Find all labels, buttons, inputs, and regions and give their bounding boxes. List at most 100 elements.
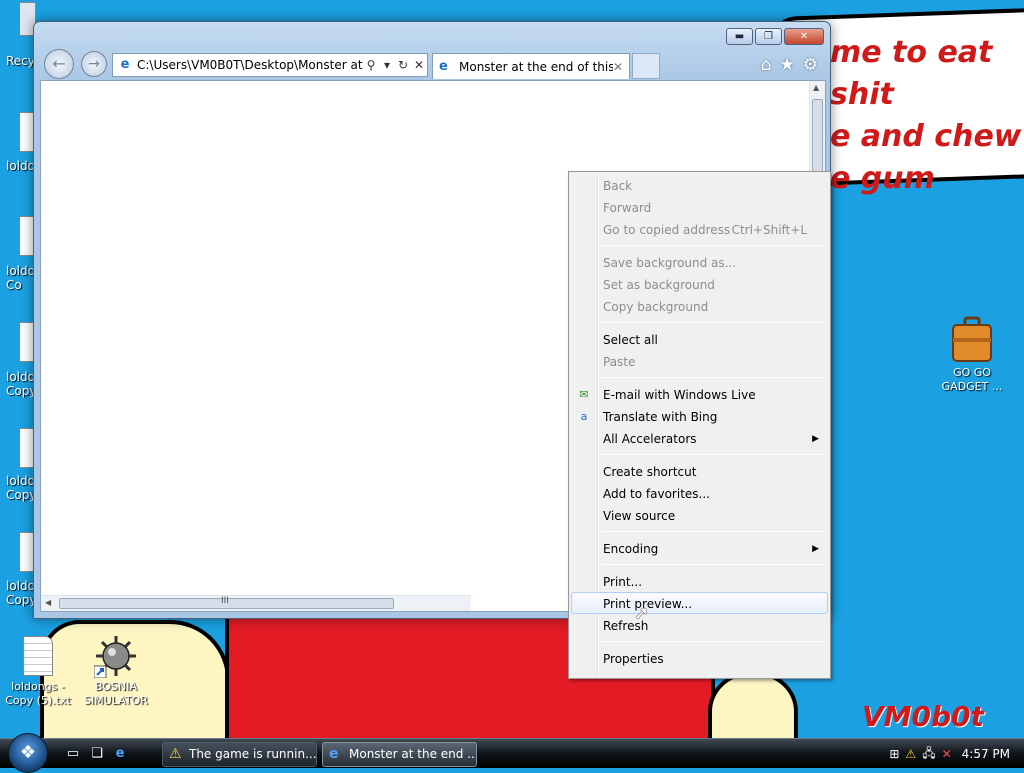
menu-separator: [602, 377, 826, 378]
settings-gear-icon[interactable]: ⚙: [803, 55, 818, 75]
mail-icon: ✉: [579, 388, 589, 401]
menu-item-save-background-as[interactable]: Save background as...: [571, 251, 828, 273]
address-url[interactable]: C:\Users\VM0B0T\Desktop\Monster at the: [137, 58, 363, 72]
menu-item-label: Copy background: [603, 300, 709, 314]
menu-separator: [602, 531, 826, 532]
menu-item-paste[interactable]: Paste: [571, 350, 828, 372]
tab-monster[interactable]: e Monster at the end of this ... ✕: [432, 53, 630, 79]
tab-title: Monster at the end of this ...: [459, 59, 613, 74]
desktop-icon-label: loldo Copy: [6, 579, 36, 607]
ie-quicklaunch-icon[interactable]: e: [111, 746, 129, 762]
menu-item-print-preview[interactable]: Print preview...: [571, 592, 828, 614]
address-bar[interactable]: e C:\Users\VM0B0T\Desktop\Monster at the…: [112, 53, 428, 77]
desktop-icon-bosnia-simulator[interactable]: BOSNIA SIMULATOR: [74, 634, 158, 708]
menu-item-back[interactable]: Back: [571, 174, 828, 196]
desktop-icon-loldongs-copy5[interactable]: loldongs - Copy (5).txt: [0, 636, 80, 708]
menu-item-label: All Accelerators: [603, 432, 697, 446]
clock[interactable]: 4:57 PM: [962, 747, 1010, 761]
vertical-scroll-thumb[interactable]: [812, 99, 823, 179]
home-icon[interactable]: ⌂: [761, 55, 772, 75]
mouse-cursor-icon: ➚: [634, 603, 650, 624]
security-icon[interactable]: ⚠: [905, 747, 916, 761]
close-button[interactable]: ✕: [784, 28, 824, 45]
translate-icon: a: [580, 410, 588, 423]
menu-separator: [602, 641, 826, 642]
menu-item-properties[interactable]: Properties: [571, 647, 828, 669]
mine-icon: [94, 636, 136, 678]
menu-item-go-to-copied-address[interactable]: Go to copied address Ctrl+Shift+L: [571, 218, 828, 240]
menu-item-label: Print...: [603, 575, 643, 589]
start-button[interactable]: ❖: [8, 733, 48, 773]
desktop-icon-go-go-gadget[interactable]: GO GO GADGET ...: [930, 316, 1014, 394]
menu-item-refresh[interactable]: Refresh: [571, 614, 828, 636]
browser-tools: ⌂ ★ ⚙: [761, 55, 818, 75]
menu-item-translate-with-bing[interactable]: a Translate with Bing: [571, 405, 828, 427]
menu-item-forward[interactable]: Forward: [571, 196, 828, 218]
menu-item-view-source[interactable]: View source: [571, 504, 828, 526]
menu-item-label: Select all: [603, 333, 658, 347]
taskbar-button-monster[interactable]: e Monster at the end ...: [322, 742, 477, 767]
taskbar: ❖ ▭ ❏ e ⚠ The game is runnin... e Monste…: [0, 733, 1024, 773]
menu-item-copy-background[interactable]: Copy background: [571, 295, 828, 317]
speech-bubble-text: me to eat shit e and chew e gum: [830, 35, 1022, 196]
window-controls: ▬ ❐ ✕: [726, 28, 824, 45]
menu-separator: [602, 245, 826, 246]
menu-item-label: Properties: [603, 652, 664, 666]
scroll-up-icon[interactable]: ▲: [813, 83, 819, 92]
volume-muted-icon[interactable]: ✕: [942, 747, 952, 761]
menu-item-create-shortcut[interactable]: Create shortcut: [571, 460, 828, 482]
scroll-left-icon[interactable]: ◀: [45, 598, 51, 607]
maximize-button[interactable]: ❐: [755, 28, 782, 45]
desktop-icon-label: loldo Copy: [6, 474, 36, 502]
menu-item-label: Go to copied address: [603, 223, 731, 237]
menu-item-label: Encoding: [603, 542, 659, 556]
taskbar-button-game[interactable]: ⚠ The game is runnin...: [162, 742, 317, 767]
network-icon[interactable]: ⊞: [889, 747, 899, 761]
desktop-icon-label: Recy: [6, 54, 35, 68]
menu-item-label: Back: [603, 179, 633, 193]
refresh-icon[interactable]: ↻: [395, 58, 411, 72]
show-desktop-icon[interactable]: ▭: [64, 746, 82, 762]
minimize-button[interactable]: ▬: [726, 28, 753, 45]
desktop-icon-label: loldo: [6, 159, 35, 173]
stop-icon[interactable]: ✕: [411, 58, 427, 72]
desktop-icon-label: loldo Co: [6, 264, 35, 292]
menu-item-label: Save background as...: [603, 256, 737, 270]
menu-item-add-to-favorites[interactable]: Add to favorites...: [571, 482, 828, 504]
ie-page-icon: e: [439, 59, 448, 74]
submenu-arrow-icon: ▶: [812, 434, 819, 444]
arrow-right-icon: →: [88, 56, 100, 72]
menu-item-label: Create shortcut: [603, 465, 697, 479]
menu-item-e-mail-with-windows-live[interactable]: ✉ E-mail with Windows Live: [571, 383, 828, 405]
menu-item-shortcut: Ctrl+Shift+L: [731, 223, 807, 237]
back-button[interactable]: ←: [44, 49, 74, 79]
desktop-icon-label: loldongs - Copy (5).txt: [5, 680, 71, 707]
switch-windows-icon[interactable]: ❏: [88, 746, 106, 762]
menu-item-print[interactable]: Print...: [571, 570, 828, 592]
horizontal-scrollbar[interactable]: ◀ III: [41, 595, 471, 611]
forward-button[interactable]: →: [81, 51, 107, 77]
text-file-icon: [23, 636, 53, 676]
scroll-grip: III: [221, 596, 229, 606]
dropdown-arrow-icon[interactable]: ▾: [379, 58, 395, 72]
briefcase-icon: [952, 316, 992, 362]
network-status-icon[interactable]: 🖧: [922, 744, 935, 765]
menu-item-all-accelerators[interactable]: All Accelerators ▶: [571, 427, 828, 449]
menu-item-set-as-background[interactable]: Set as background: [571, 273, 828, 295]
taskbar-button-label: The game is runnin...: [189, 747, 317, 761]
arrow-left-icon: ←: [52, 54, 66, 73]
menu-item-select-all[interactable]: Select all: [571, 328, 828, 350]
menu-separator: [602, 454, 826, 455]
artist-signature: VM0b0t: [862, 700, 984, 733]
menu-item-label: Add to favorites...: [603, 487, 710, 501]
tab-close-icon[interactable]: ✕: [613, 60, 623, 74]
ie-icon: e: [329, 746, 339, 762]
menu-item-label: View source: [603, 509, 676, 523]
favorites-star-icon[interactable]: ★: [780, 55, 795, 75]
menu-item-label: Translate with Bing: [603, 410, 718, 424]
system-tray: ⊞ ⚠ 🖧 ✕ 4:57 PM: [874, 739, 1024, 769]
search-icon[interactable]: ⚲: [363, 58, 379, 72]
menu-item-encoding[interactable]: Encoding ▶: [571, 537, 828, 559]
new-tab-button[interactable]: [632, 53, 660, 79]
warning-icon: ⚠: [169, 746, 182, 762]
